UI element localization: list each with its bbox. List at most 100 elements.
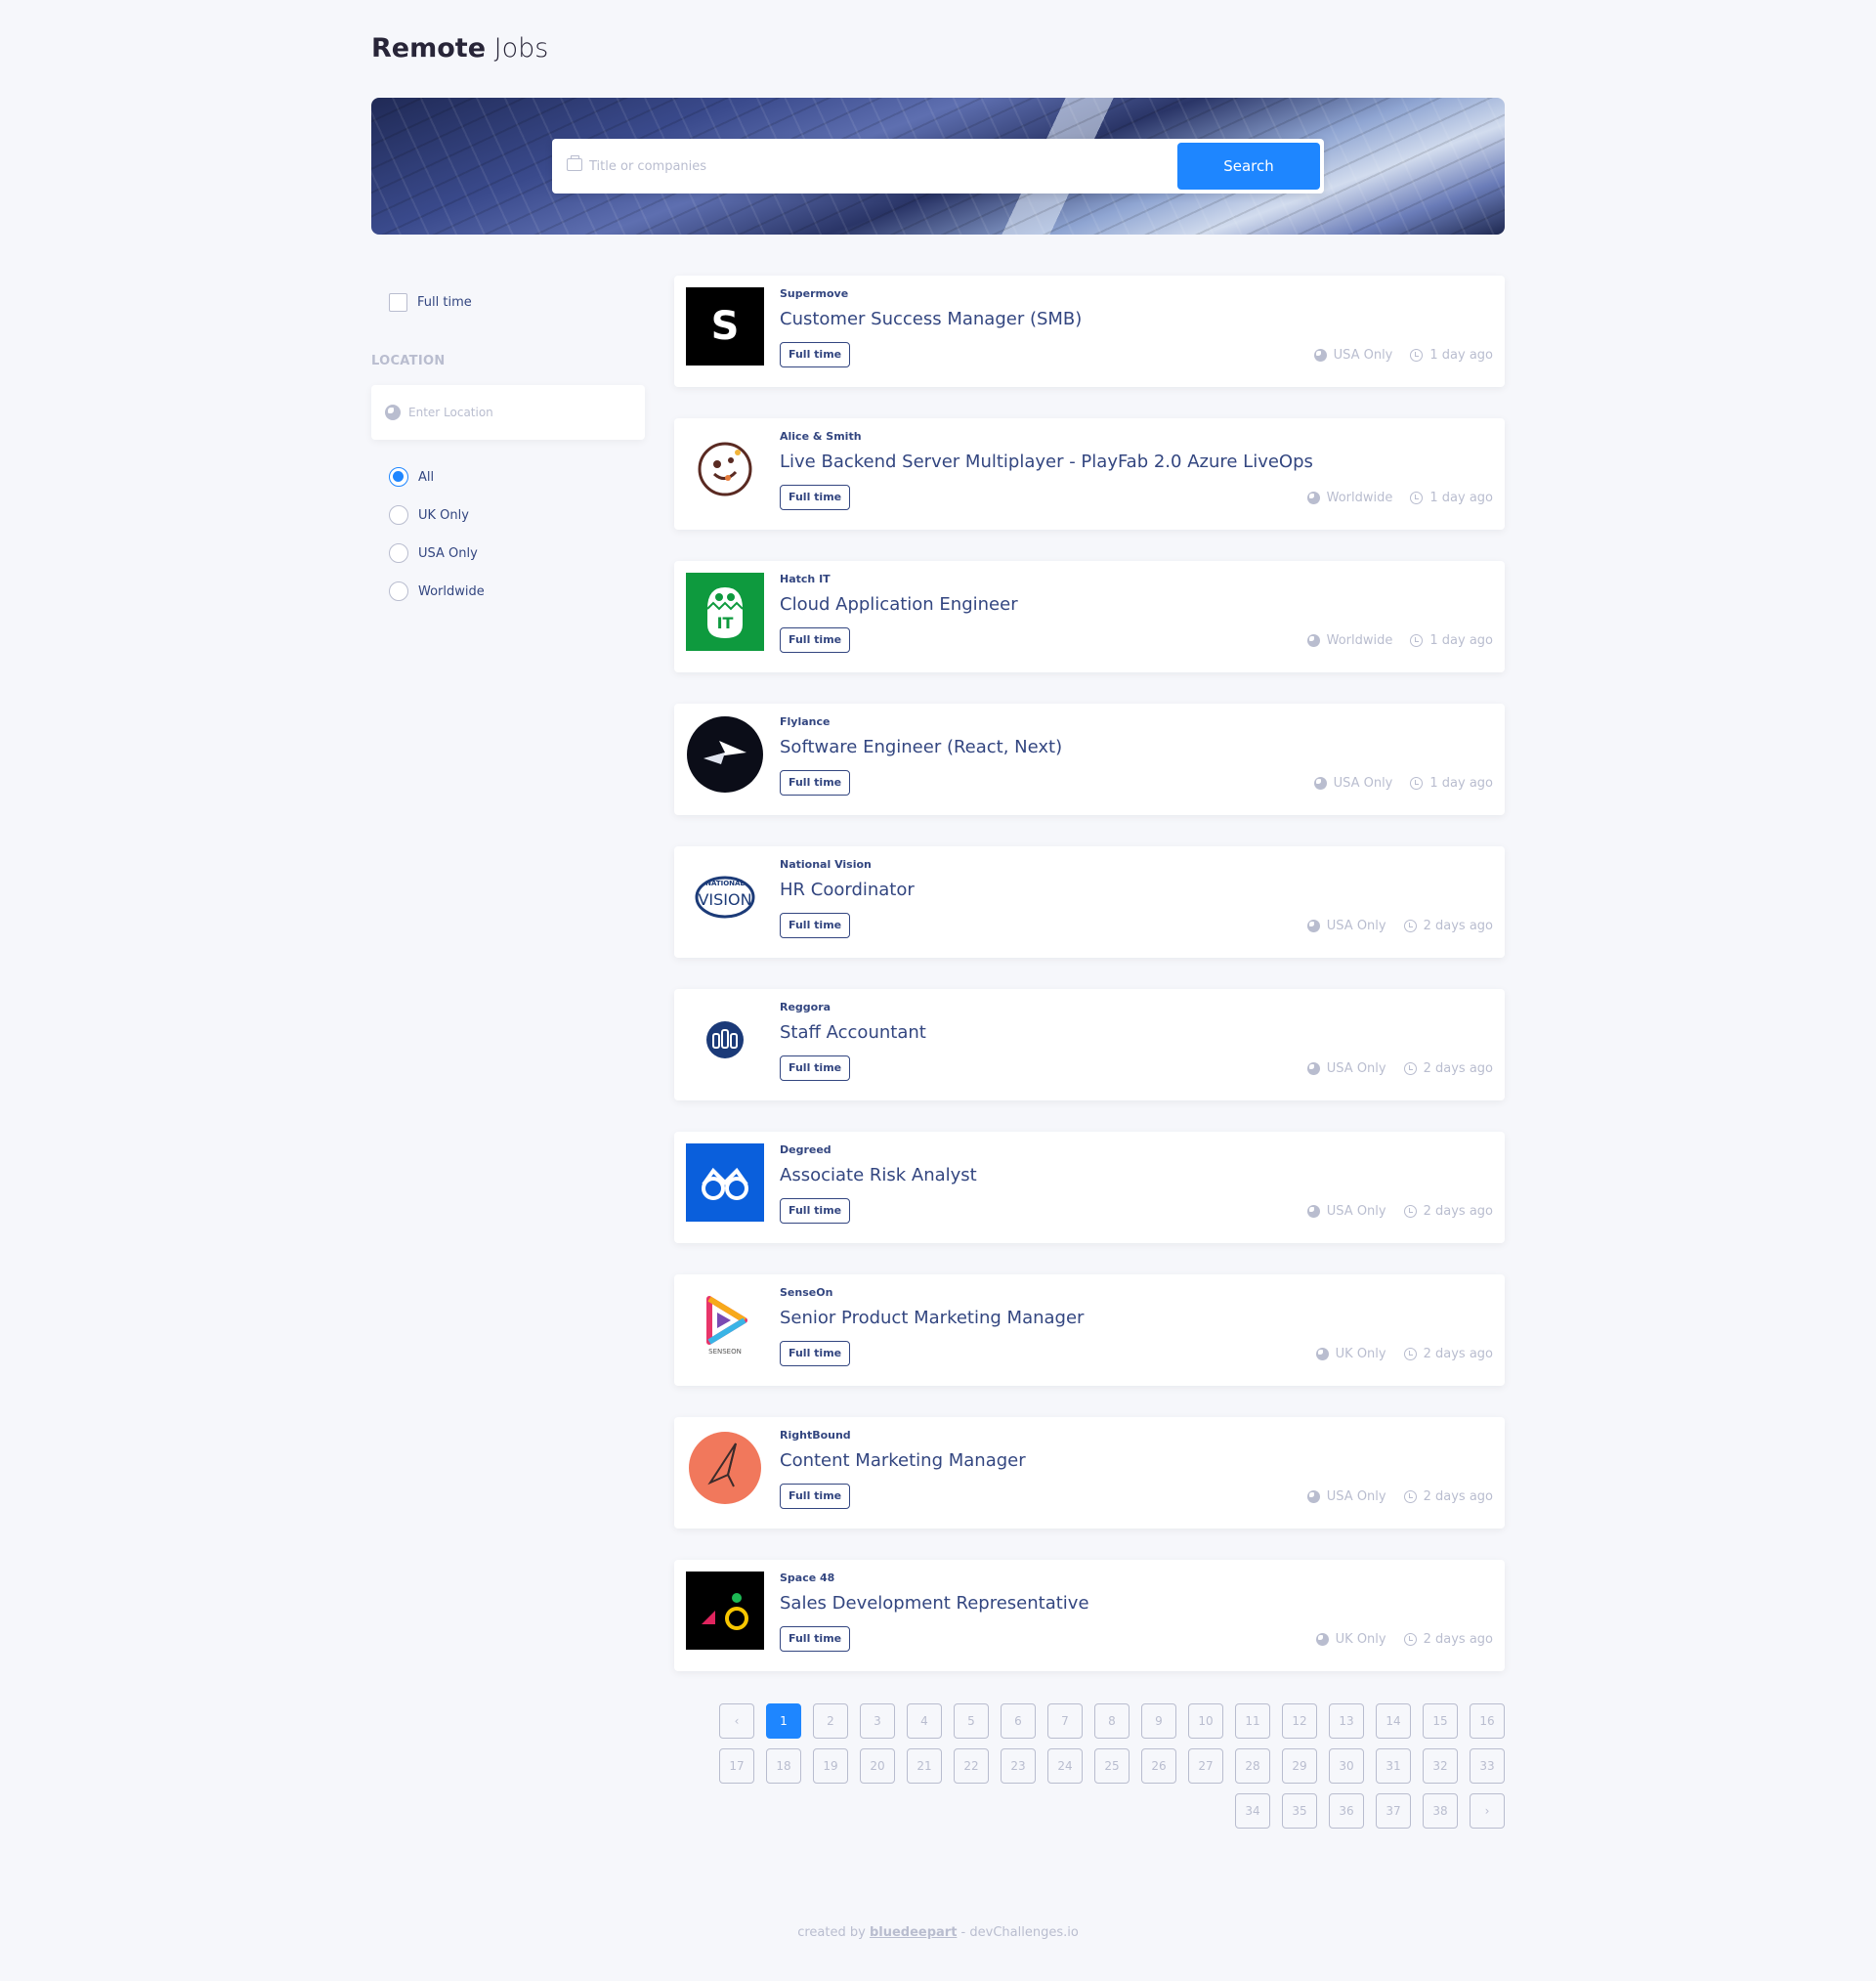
author-link[interactable]: bluedeepart xyxy=(870,1925,957,1940)
job-card[interactable]: Flylance Software Engineer (React, Next)… xyxy=(674,704,1505,815)
location-input[interactable] xyxy=(408,401,633,424)
job-meta: UK Only 2 days ago xyxy=(1315,1632,1493,1647)
job-location: UK Only xyxy=(1335,1632,1386,1647)
page-button[interactable]: 22 xyxy=(954,1748,989,1784)
page-button[interactable]: 38 xyxy=(1423,1793,1458,1829)
page-button[interactable]: 35 xyxy=(1282,1793,1317,1829)
page-title: Remote Jobs xyxy=(371,33,548,64)
globe-icon xyxy=(1306,492,1320,504)
page-button[interactable]: 5 xyxy=(954,1703,989,1739)
job-title[interactable]: Customer Success Manager (SMB) xyxy=(780,309,1082,329)
job-title[interactable]: Software Engineer (React, Next) xyxy=(780,737,1062,757)
radio-dot[interactable] xyxy=(389,505,408,525)
company-name: SenseOn xyxy=(780,1286,833,1299)
radio-dot[interactable] xyxy=(389,543,408,563)
radio-dot[interactable] xyxy=(389,467,408,487)
page-button[interactable]: 37 xyxy=(1376,1793,1411,1829)
page-button[interactable]: 31 xyxy=(1376,1748,1411,1784)
page-button[interactable]: 17 xyxy=(719,1748,754,1784)
search-input[interactable] xyxy=(589,152,1175,180)
job-meta: USA Only 2 days ago xyxy=(1306,919,1493,933)
page-button[interactable]: 26 xyxy=(1141,1748,1176,1784)
job-location: USA Only xyxy=(1326,919,1386,933)
page-button[interactable]: 25 xyxy=(1094,1748,1130,1784)
page-button[interactable]: 6 xyxy=(1001,1703,1036,1739)
page-button[interactable]: 8 xyxy=(1094,1703,1130,1739)
job-title[interactable]: HR Coordinator xyxy=(780,880,915,900)
page-button[interactable]: 32 xyxy=(1423,1748,1458,1784)
radio-all[interactable]: All xyxy=(389,467,485,487)
page-button[interactable]: 10 xyxy=(1188,1703,1223,1739)
page-button[interactable]: 20 xyxy=(860,1748,895,1784)
page-button[interactable]: 27 xyxy=(1188,1748,1223,1784)
page-button[interactable]: 36 xyxy=(1329,1793,1364,1829)
job-title[interactable]: Sales Development Representative xyxy=(780,1593,1089,1614)
job-title[interactable]: Cloud Application Engineer xyxy=(780,594,1018,615)
job-title[interactable]: Content Marketing Manager xyxy=(780,1450,1026,1471)
job-title[interactable]: Live Backend Server Multiplayer - PlayFa… xyxy=(780,452,1313,472)
pagination: ‹ 1 2 3 4 5 6 7 8 9 10 11 12 13 14 15 16 17 18 19 20 21 22 23… xyxy=(719,1703,1505,1838)
checkbox-box[interactable] xyxy=(389,293,407,312)
job-location: USA Only xyxy=(1326,1489,1386,1504)
job-card[interactable]: Reggora Staff Accountant Full time USA O… xyxy=(674,989,1505,1100)
page-button[interactable]: 13 xyxy=(1329,1703,1364,1739)
radio-dot[interactable] xyxy=(389,581,408,601)
radio-worldwide[interactable]: Worldwide xyxy=(389,581,485,601)
job-card[interactable]: SENSEON SenseOn Senior Product Marketing… xyxy=(674,1274,1505,1386)
job-card[interactable]: NATIONAL VISION National Vision HR Coord… xyxy=(674,846,1505,958)
page-button[interactable]: 9 xyxy=(1141,1703,1176,1739)
page-button[interactable]: 15 xyxy=(1423,1703,1458,1739)
page-button[interactable]: 12 xyxy=(1282,1703,1317,1739)
company-name: RightBound xyxy=(780,1429,851,1442)
job-type-badge: Full time xyxy=(780,627,851,653)
location-heading: LOCATION xyxy=(371,354,446,368)
job-title[interactable]: Associate Risk Analyst xyxy=(780,1165,977,1185)
supermove-logo: S xyxy=(686,287,764,366)
page-button[interactable]: 4 xyxy=(907,1703,942,1739)
page-button[interactable]: 29 xyxy=(1282,1748,1317,1784)
page-button[interactable]: 19 xyxy=(813,1748,848,1784)
job-card[interactable]: IT Hatch IT Cloud Application Engineer F… xyxy=(674,561,1505,672)
clock-icon xyxy=(1403,920,1417,932)
page-button[interactable]: 23 xyxy=(1001,1748,1036,1784)
page-button[interactable]: 1 xyxy=(766,1703,801,1739)
radio-uk-only[interactable]: UK Only xyxy=(389,505,485,525)
prev-page-button[interactable]: ‹ xyxy=(719,1703,754,1739)
job-meta: USA Only 2 days ago xyxy=(1306,1061,1493,1076)
job-card[interactable]: Alice & Smith Live Backend Server Multip… xyxy=(674,418,1505,530)
job-location: USA Only xyxy=(1326,1061,1386,1076)
page-button[interactable]: 16 xyxy=(1470,1703,1505,1739)
job-type-badge: Full time xyxy=(780,342,851,367)
page-button[interactable]: 3 xyxy=(860,1703,895,1739)
job-title[interactable]: Staff Accountant xyxy=(780,1022,926,1043)
national-vision-logo: NATIONAL VISION xyxy=(686,858,764,936)
job-title[interactable]: Senior Product Marketing Manager xyxy=(780,1308,1084,1328)
job-card[interactable]: Degreed Associate Risk Analyst Full time… xyxy=(674,1132,1505,1243)
page-button[interactable]: 34 xyxy=(1235,1793,1270,1829)
page-button[interactable]: 11 xyxy=(1235,1703,1270,1739)
job-card[interactable]: RightBound Content Marketing Manager Ful… xyxy=(674,1417,1505,1529)
page-button[interactable]: 24 xyxy=(1047,1748,1083,1784)
page-button[interactable]: 21 xyxy=(907,1748,942,1784)
page-button[interactable]: 7 xyxy=(1047,1703,1083,1739)
job-card[interactable]: S Supermove Customer Success Manager (SM… xyxy=(674,276,1505,387)
next-page-button[interactable]: › xyxy=(1470,1793,1505,1829)
radio-usa-only[interactable]: USA Only xyxy=(389,543,485,563)
job-card[interactable]: Space 48 Sales Development Representativ… xyxy=(674,1560,1505,1671)
footer: created by bluedeepart - devChallenges.i… xyxy=(0,1925,1876,1940)
search-button[interactable]: Search xyxy=(1177,143,1320,190)
page-button[interactable]: 28 xyxy=(1235,1748,1270,1784)
globe-icon xyxy=(1306,634,1320,647)
company-name: Space 48 xyxy=(780,1572,835,1584)
job-meta: Worldwide 1 day ago xyxy=(1306,491,1493,505)
page-button[interactable]: 30 xyxy=(1329,1748,1364,1784)
title-light: Jobs xyxy=(493,33,549,64)
page-button[interactable]: 14 xyxy=(1376,1703,1411,1739)
alice-smith-logo xyxy=(686,430,764,508)
page-button[interactable]: 2 xyxy=(813,1703,848,1739)
page-button[interactable]: 33 xyxy=(1470,1748,1505,1784)
full-time-checkbox[interactable]: Full time xyxy=(389,293,472,312)
svg-text:IT: IT xyxy=(717,614,734,632)
company-name: Hatch IT xyxy=(780,573,831,585)
page-button[interactable]: 18 xyxy=(766,1748,801,1784)
